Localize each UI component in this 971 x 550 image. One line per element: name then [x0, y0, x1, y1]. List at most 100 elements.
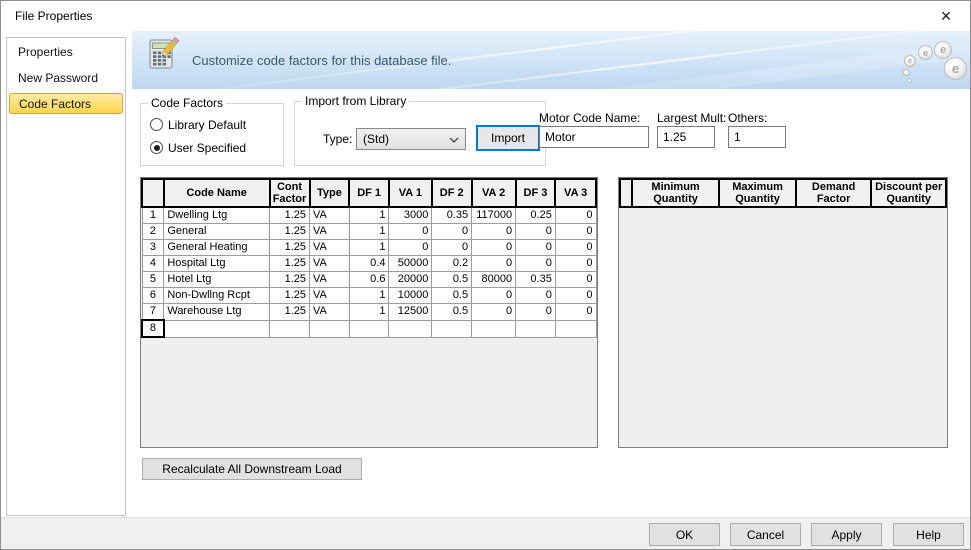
grid-cell[interactable]: 1.25	[270, 304, 310, 321]
grid-cell[interactable]: 0	[472, 288, 516, 304]
radio-library-default[interactable]: Library Default	[150, 117, 246, 132]
column-header[interactable]: VA 3	[555, 179, 596, 207]
grid-cell[interactable]: 0	[516, 256, 556, 272]
grid-cell[interactable]: VA	[310, 207, 350, 224]
grid-cell[interactable]: VA	[310, 256, 350, 272]
grid-cell[interactable]: 0	[472, 304, 516, 321]
grid-cell[interactable]: 50000	[389, 256, 432, 272]
grid-cell[interactable]: 1.25	[270, 207, 310, 224]
grid-cell[interactable]: 0.6	[349, 272, 389, 288]
grid-cell[interactable]: VA	[310, 288, 350, 304]
grid-cell[interactable]: 10000	[389, 288, 432, 304]
grid-cell[interactable]: 1	[349, 224, 389, 240]
grid-cell[interactable]: 1.25	[270, 272, 310, 288]
column-header[interactable]: VA 1	[389, 179, 432, 207]
row-number-cell[interactable]: 3	[142, 240, 164, 256]
type-dropdown[interactable]: (Std)	[356, 128, 466, 150]
grid-cell[interactable]	[516, 320, 556, 337]
grid-cell[interactable]	[310, 320, 350, 337]
column-header[interactable]: DF 2	[432, 179, 472, 207]
grid-cell[interactable]: 1.25	[270, 224, 310, 240]
sidebar-item-code-factors[interactable]: Code Factors	[9, 93, 123, 114]
largest-mult-input[interactable]	[657, 126, 715, 148]
grid-cell[interactable]: 0	[472, 256, 516, 272]
column-header[interactable]: Minimum Quantity	[632, 179, 719, 207]
grid-cell[interactable]: 1.25	[270, 256, 310, 272]
grid-cell[interactable]: 0	[555, 224, 596, 240]
grid-cell[interactable]: 0	[472, 224, 516, 240]
grid-cell[interactable]: Hospital Ltg	[164, 256, 270, 272]
grid-cell[interactable]	[555, 320, 596, 337]
grid-cell[interactable]: 1	[349, 240, 389, 256]
row-number-cell[interactable]: 5	[142, 272, 164, 288]
grid-cell[interactable]: VA	[310, 240, 350, 256]
grid-cell[interactable]: Hotel Ltg	[164, 272, 270, 288]
grid-cell[interactable]: 80000	[472, 272, 516, 288]
cancel-button[interactable]: Cancel	[730, 523, 801, 546]
grid-cell[interactable]: 1.25	[270, 240, 310, 256]
column-header[interactable]	[620, 179, 632, 207]
row-number-cell[interactable]: 6	[142, 288, 164, 304]
column-header[interactable]: Maximum Quantity	[719, 179, 796, 207]
grid-cell[interactable]: 0	[516, 288, 556, 304]
column-header[interactable]	[142, 179, 164, 207]
sidebar-item-properties[interactable]: Properties	[9, 42, 123, 63]
grid-cell[interactable]	[472, 320, 516, 337]
grid-cell[interactable]: 0	[555, 304, 596, 321]
import-button[interactable]: Import	[476, 125, 540, 151]
grid-cell[interactable]: 0.5	[432, 272, 472, 288]
grid-cell[interactable]: 0.2	[432, 256, 472, 272]
column-header[interactable]: VA 2	[472, 179, 516, 207]
grid-cell[interactable]: 0	[389, 240, 432, 256]
grid-cell[interactable]: 0	[389, 224, 432, 240]
grid-cell[interactable]: 0	[516, 224, 556, 240]
grid-cell[interactable]: Dwelling Ltg	[164, 207, 270, 224]
row-number-cell[interactable]: 8	[142, 320, 164, 337]
grid-cell[interactable]: 0	[472, 240, 516, 256]
column-header[interactable]: DF 1	[349, 179, 389, 207]
grid-cell[interactable]: 3000	[389, 207, 432, 224]
grid-cell[interactable]: 1	[349, 288, 389, 304]
grid-cell[interactable]: 0.5	[432, 288, 472, 304]
grid-cell[interactable]: 0	[555, 207, 596, 224]
column-header[interactable]: Cont Factor	[270, 179, 310, 207]
help-button[interactable]: Help	[893, 523, 964, 546]
others-input[interactable]	[728, 126, 786, 148]
apply-button[interactable]: Apply	[811, 523, 882, 546]
grid-cell[interactable]: Warehouse Ltg	[164, 304, 270, 321]
grid-cell[interactable]: 0	[516, 240, 556, 256]
grid-cell[interactable]: General	[164, 224, 270, 240]
grid-cell[interactable]: 1	[349, 304, 389, 321]
grid-cell[interactable]	[270, 320, 310, 337]
column-header[interactable]: Demand Factor	[796, 179, 872, 207]
grid-cell[interactable]	[164, 320, 270, 337]
sidebar-item-new-password[interactable]: New Password	[9, 68, 123, 89]
column-header[interactable]: Discount per Quantity	[871, 179, 946, 207]
grid-cell[interactable]: 0	[555, 272, 596, 288]
row-number-cell[interactable]: 7	[142, 304, 164, 321]
close-button[interactable]: ×	[934, 5, 958, 27]
grid-cell[interactable]: 20000	[389, 272, 432, 288]
grid-cell[interactable]: 0.35	[432, 207, 472, 224]
column-header[interactable]: DF 3	[516, 179, 556, 207]
grid-cell[interactable]: 117000	[472, 207, 516, 224]
grid-cell[interactable]: 0.5	[432, 304, 472, 321]
grid-cell[interactable]: 0	[555, 240, 596, 256]
grid-cell[interactable]: 0.25	[516, 207, 556, 224]
motor-code-name-input[interactable]	[539, 126, 649, 148]
row-number-cell[interactable]: 1	[142, 207, 164, 224]
grid-cell[interactable]	[389, 320, 432, 337]
ok-button[interactable]: OK	[649, 523, 720, 546]
grid-cell[interactable]: General Heating	[164, 240, 270, 256]
grid-cell[interactable]: Non-Dwllng Rcpt	[164, 288, 270, 304]
grid-cell[interactable]: 0	[432, 240, 472, 256]
grid-cell[interactable]: 12500	[389, 304, 432, 321]
grid-cell[interactable]: VA	[310, 224, 350, 240]
grid-cell[interactable]: VA	[310, 304, 350, 321]
grid-cell[interactable]: 0.35	[516, 272, 556, 288]
grid-cell[interactable]: 1.25	[270, 288, 310, 304]
column-header[interactable]: Type	[310, 179, 350, 207]
grid-cell[interactable]: 0	[555, 256, 596, 272]
grid-cell[interactable]: 0	[555, 288, 596, 304]
radio-user-specified[interactable]: User Specified	[150, 140, 246, 155]
